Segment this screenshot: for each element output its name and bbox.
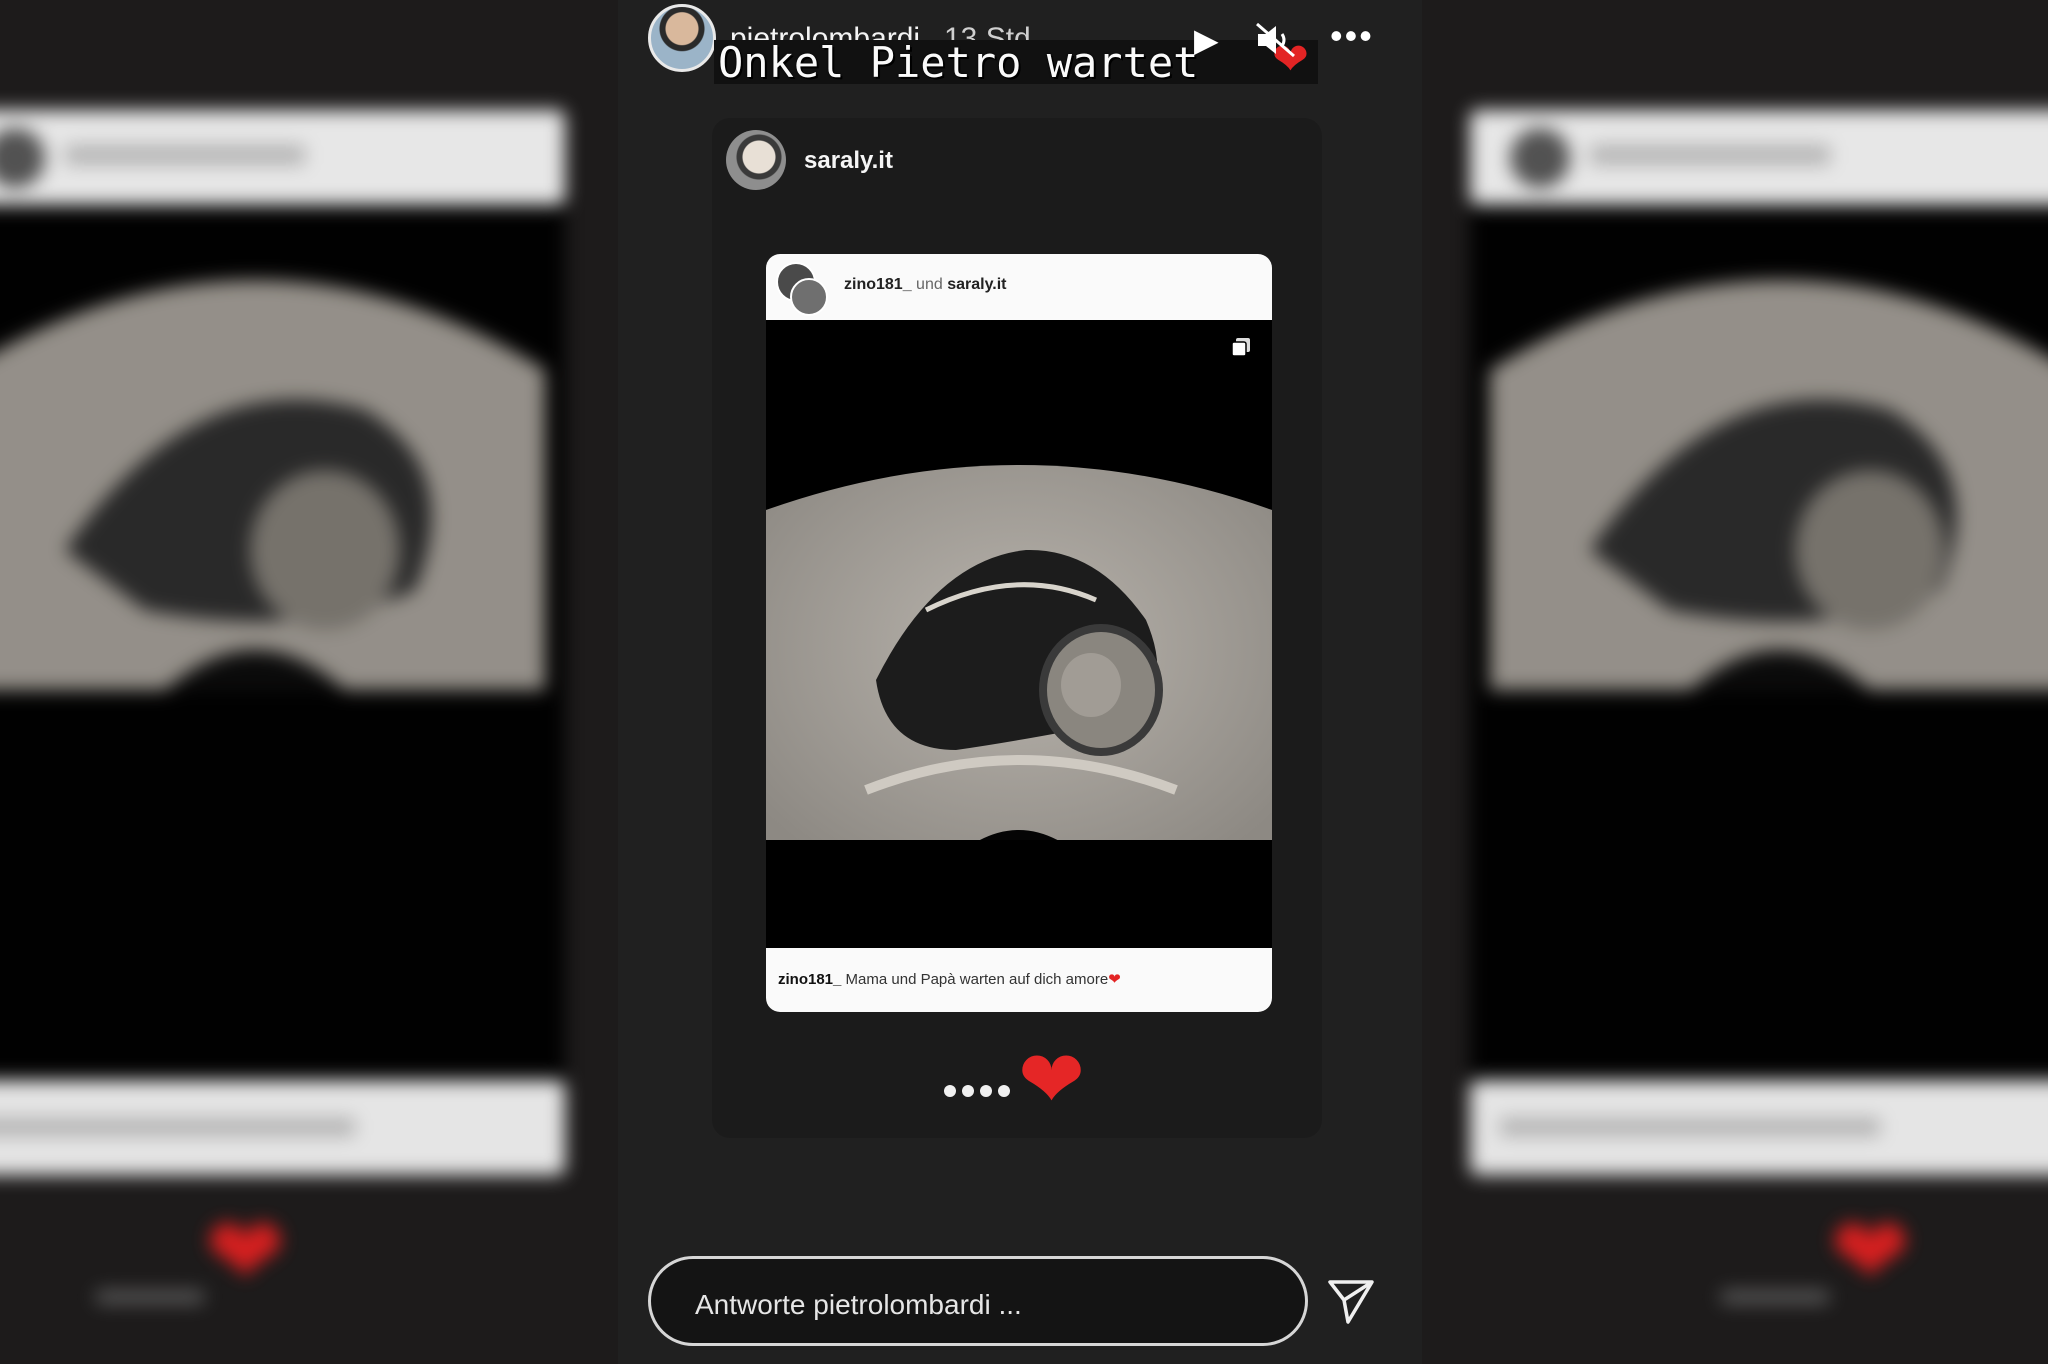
embedded-caption-user: zino181_ [778, 971, 842, 988]
blurred-background-left: ❤ [0, 0, 565, 1364]
embedded-post-authors: zino181_ und saraly.it [844, 276, 1007, 294]
play-icon[interactable]: ▶ [1194, 24, 1219, 56]
embedded-post[interactable]: zino181_ und saraly.it zino181_ Mama und… [766, 254, 1272, 1012]
post-heart-icon: ❤ [1018, 1035, 1086, 1124]
reply-input[interactable]: Antworte pietrolombardi ... [648, 1256, 1308, 1346]
embedded-post-header: zino181_ und saraly.it [766, 254, 1272, 320]
story-caption: Onkel Pietro wartet [718, 38, 1199, 87]
post-dots [944, 1084, 1016, 1102]
muted-speaker-icon[interactable] [1254, 20, 1298, 60]
send-icon[interactable] [1326, 1276, 1376, 1326]
embedded-caption-heart: ❤ [1108, 971, 1121, 988]
embedded-user-a: zino181_ [844, 276, 912, 293]
embedded-caption-text: Mama und Papà warten auf dich amore [845, 971, 1109, 988]
more-options-icon[interactable]: ••• [1330, 18, 1374, 54]
embedded-joiner: und [916, 276, 943, 293]
story-author-avatar[interactable] [648, 4, 716, 72]
shared-post-avatar[interactable] [726, 130, 786, 190]
ultrasound-image [766, 430, 1272, 870]
embedded-post-caption: zino181_ Mama und Papà warten auf dich a… [778, 970, 1121, 988]
reply-placeholder: Antworte pietrolombardi ... [695, 1289, 1022, 1320]
multiple-images-icon [1231, 338, 1250, 357]
blurred-background-right: ❤ [1470, 0, 2048, 1364]
embedded-avatar-b [790, 278, 828, 316]
shared-post-author[interactable]: saraly.it [804, 147, 893, 175]
embedded-post-caption-bar: zino181_ Mama und Papà warten auf dich a… [766, 948, 1272, 1012]
embedded-user-b: saraly.it [947, 276, 1007, 293]
